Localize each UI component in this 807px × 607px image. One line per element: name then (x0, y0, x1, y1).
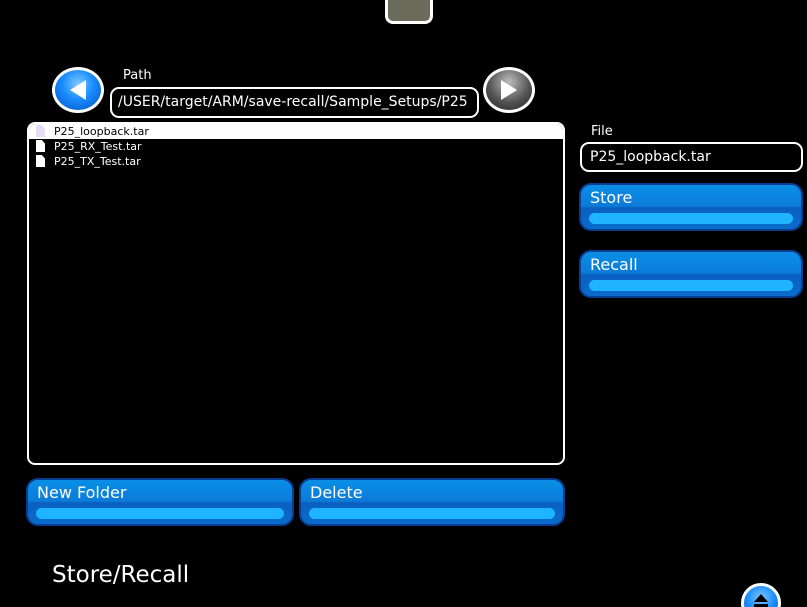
button-highlight (589, 280, 793, 291)
button-highlight (589, 213, 793, 224)
store-recall-screen: Path /USER/target/ARM/save-recall/Sample… (0, 0, 807, 607)
forward-arrow-icon (501, 80, 517, 100)
button-highlight (309, 508, 555, 519)
forward-button[interactable] (483, 67, 535, 113)
path-field[interactable]: /USER/target/ARM/save-recall/Sample_Setu… (110, 87, 479, 118)
recall-button[interactable]: Recall (579, 250, 803, 298)
collapse-up-icon (754, 594, 768, 607)
file-name-field[interactable]: P25_loopback.tar (580, 142, 803, 172)
store-button[interactable]: Store (579, 183, 803, 231)
delete-button-label: Delete (310, 483, 363, 502)
recall-button-label: Recall (590, 255, 638, 274)
file-list-item[interactable]: P25_RX_Test.tar (29, 139, 563, 154)
top-pull-tab[interactable] (385, 0, 433, 24)
file-list[interactable]: P25_loopback.tar P25_RX_Test.tar P25_TX_… (27, 122, 565, 465)
store-button-label: Store (590, 188, 633, 207)
document-icon (36, 140, 45, 152)
file-list-item[interactable]: P25_loopback.tar (29, 124, 563, 139)
path-label: Path (123, 68, 152, 83)
new-folder-button-label: New Folder (37, 483, 127, 502)
collapse-button[interactable] (741, 583, 781, 607)
file-list-item[interactable]: P25_TX_Test.tar (29, 154, 563, 169)
file-list-item-label: P25_RX_Test.tar (54, 140, 142, 153)
button-highlight (36, 508, 284, 519)
file-list-item-label: P25_loopback.tar (54, 125, 149, 138)
back-arrow-icon (70, 80, 86, 100)
document-icon (36, 125, 45, 137)
document-icon (36, 155, 45, 167)
file-list-item-label: P25_TX_Test.tar (54, 155, 141, 168)
new-folder-button[interactable]: New Folder (26, 478, 294, 526)
file-label: File (591, 124, 613, 139)
delete-button[interactable]: Delete (299, 478, 565, 526)
back-button[interactable] (52, 67, 104, 113)
page-title: Store/Recall (52, 562, 190, 588)
